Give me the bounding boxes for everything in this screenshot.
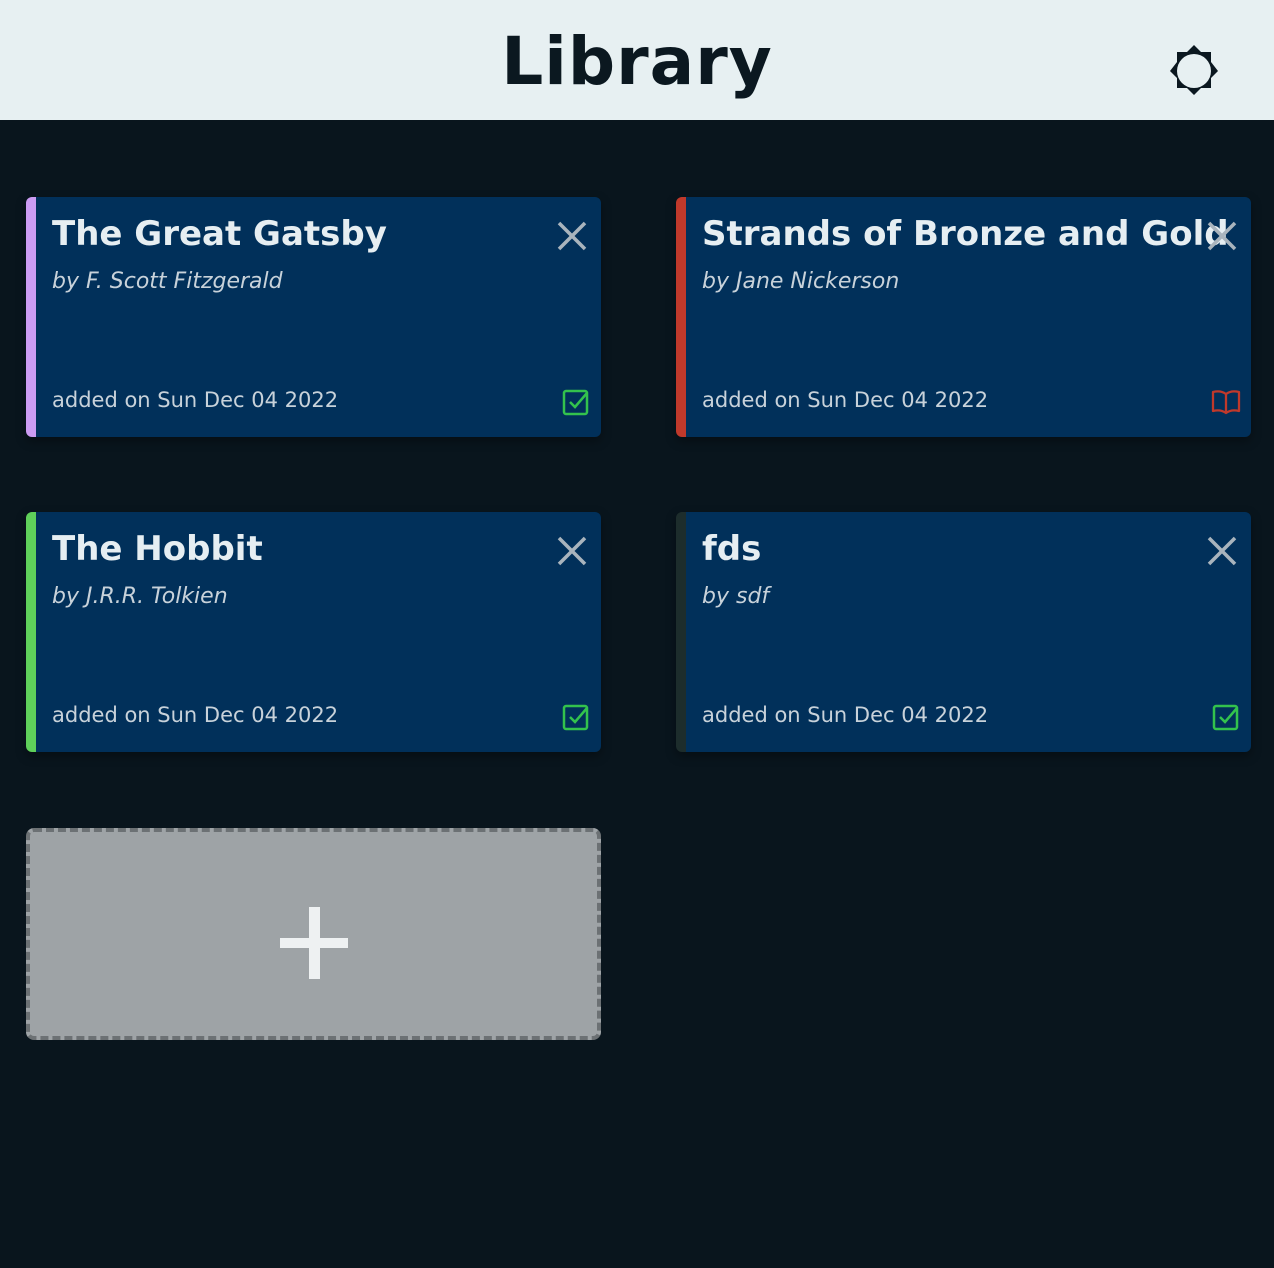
read-status-toggle[interactable]: [561, 387, 591, 417]
book-card: The Great Gatsby by F. Scott Fitzgerald …: [26, 197, 601, 437]
book-card: fds by sdf added on Sun Dec 04 2022: [676, 512, 1251, 752]
book-author: by Jane Nickerson: [702, 269, 900, 294]
close-icon: [557, 221, 587, 251]
remove-book-button[interactable]: [555, 219, 589, 253]
book-title: The Hobbit: [52, 529, 263, 569]
page-title: Library: [501, 23, 773, 100]
remove-book-button[interactable]: [1205, 219, 1239, 253]
book-title: fds: [702, 529, 762, 569]
check-square-icon: [562, 389, 589, 416]
theme-toggle-button[interactable]: [1166, 43, 1222, 99]
book-added-date: added on Sun Dec 04 2022: [52, 388, 339, 412]
book-title: The Great Gatsby: [52, 214, 387, 254]
check-square-icon: [1212, 704, 1239, 731]
book-added-date: added on Sun Dec 04 2022: [52, 703, 339, 727]
book-author: by sdf: [702, 584, 770, 609]
book-card: The Hobbit by J.R.R. Tolkien added on Su…: [26, 512, 601, 752]
close-icon: [557, 536, 587, 566]
book-author: by J.R.R. Tolkien: [52, 584, 228, 609]
book-title: Strands of Bronze and Gold: [702, 214, 1229, 254]
check-square-icon: [562, 704, 589, 731]
app-header: Library: [0, 0, 1274, 120]
book-card: Strands of Bronze and Gold by Jane Nicke…: [676, 197, 1251, 437]
add-book-button[interactable]: [26, 828, 601, 1040]
sun-outline-icon: [1170, 45, 1218, 95]
remove-book-button[interactable]: [555, 534, 589, 568]
book-added-date: added on Sun Dec 04 2022: [702, 703, 989, 727]
read-status-toggle[interactable]: [1211, 387, 1241, 417]
remove-book-button[interactable]: [1205, 534, 1239, 568]
close-icon: [1207, 221, 1237, 251]
open-book-icon: [1211, 390, 1241, 415]
book-added-date: added on Sun Dec 04 2022: [702, 388, 989, 412]
read-status-toggle[interactable]: [1211, 702, 1241, 732]
read-status-toggle[interactable]: [561, 702, 591, 732]
close-icon: [1207, 536, 1237, 566]
plus-icon: [280, 907, 348, 979]
book-author: by F. Scott Fitzgerald: [52, 269, 283, 294]
